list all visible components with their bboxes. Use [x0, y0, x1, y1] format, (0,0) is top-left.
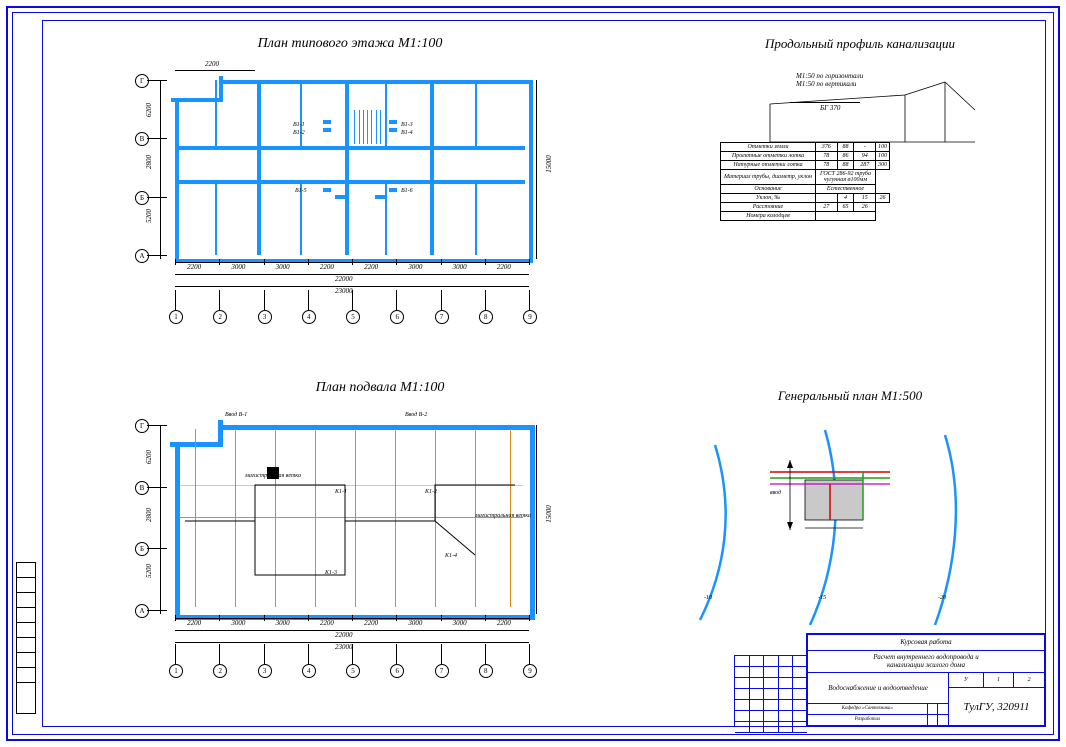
basement-vdim-total: 15000 — [545, 505, 553, 523]
dim-value: 3000 — [231, 619, 245, 627]
axis-letter: В — [135, 132, 149, 146]
axis-number: 1 — [169, 664, 183, 678]
basement-label: Ввод В-2 — [405, 412, 427, 418]
fixture-label: В1-5 — [295, 188, 307, 194]
dim-value: 3000 — [453, 619, 467, 627]
floor-plan-title: План типового этажа М1:100 — [140, 36, 560, 52]
profile-row: Номера колодцев — [721, 212, 890, 221]
dim-value: 2200 — [187, 263, 201, 271]
basement-label: магистральная ветка — [245, 473, 301, 479]
axis-letter: А — [135, 604, 149, 618]
iso-label: -20 — [938, 595, 946, 601]
titleblock-side — [734, 655, 808, 727]
profile-row: Расстояние276526 — [721, 203, 890, 212]
axis-number: 9 — [523, 664, 537, 678]
dim-value: 3000 — [276, 263, 290, 271]
basement-dim-total2: 23000 — [335, 643, 353, 651]
fixture-label: В1-2 — [293, 130, 305, 136]
profile-scale-note: М1:50 по горизонтали — [796, 72, 863, 80]
dim-value: 3000 — [453, 263, 467, 271]
dim-value: 3000 — [276, 619, 290, 627]
dim-value: 3000 — [231, 263, 245, 271]
top-dim: 2200 — [205, 60, 219, 68]
axis-number: 9 — [523, 310, 537, 324]
profile-row: Материал трубы, диаметр, уклонГОСТ 286-9… — [721, 170, 890, 185]
fixture-label: В1-3 — [401, 122, 413, 128]
dim-value: 3000 — [408, 619, 422, 627]
axis-number: 4 — [302, 310, 316, 324]
profile-row: ОснованиеЕстественное — [721, 185, 890, 194]
basement-label: К1-4 — [445, 553, 457, 559]
profile-row: Отметки земли37688-100 — [721, 143, 890, 152]
axis-number: 7 — [435, 664, 449, 678]
basement-vdim: 5200 — [145, 564, 153, 578]
axis-letter: Г — [135, 419, 149, 433]
basement-label: К1-2 — [425, 489, 437, 495]
profile-title: Продольный профиль канализации — [720, 36, 1000, 52]
basement-label: К1-1 — [335, 489, 347, 495]
iso-label: -15 — [818, 595, 826, 601]
floor-dim-total1: 22000 — [335, 275, 353, 283]
axis-letter: В — [135, 481, 149, 495]
axis-number: 2 — [213, 664, 227, 678]
basement-label-mag: магистральная ветка — [475, 513, 531, 519]
floor-vdim: 6200 — [145, 103, 153, 117]
basement-vdim: 6200 — [145, 450, 153, 464]
floor-vdim-total: 15000 — [545, 155, 553, 173]
fixture-label: В1-1 — [293, 122, 305, 128]
fixture-label: В1-4 — [401, 130, 413, 136]
iso-label: -10 — [704, 595, 712, 601]
axis-letter: Б — [135, 542, 149, 556]
axis-number: 8 — [479, 664, 493, 678]
profile-bg-note: БГ 370 — [820, 104, 840, 112]
axis-number: 3 — [258, 664, 272, 678]
floor-vdim: 2800 — [145, 155, 153, 169]
axis-letter: А — [135, 249, 149, 263]
profile-row: Проектные отметки лотка788694100 — [721, 152, 890, 161]
dim-value: 2200 — [497, 619, 511, 627]
profile-scale-note: М1:50 по вертикали — [796, 80, 856, 88]
dim-value: 2200 — [364, 263, 378, 271]
profile-table: Отметки земли37688-100Проектные отметки … — [720, 142, 890, 221]
floor-vdim: 5200 — [145, 209, 153, 223]
fixture-label: В1-6 — [401, 188, 413, 194]
axis-number: 2 — [213, 310, 227, 324]
basement-dim-total1: 22000 — [335, 631, 353, 639]
profile-row: Уклон, ‰41526 — [721, 194, 890, 203]
axis-number: 4 — [302, 664, 316, 678]
axis-letter: Б — [135, 191, 149, 205]
axis-number: 7 — [435, 310, 449, 324]
dim-value: 2200 — [497, 263, 511, 271]
axis-number: 1 — [169, 310, 183, 324]
axis-number: 5 — [346, 310, 360, 324]
dim-value: 2200 — [320, 619, 334, 627]
dim-value: 2200 — [187, 619, 201, 627]
dim-value: 2200 — [364, 619, 378, 627]
dim-value: 2200 — [320, 263, 334, 271]
basement-label: Ввод В-1 — [225, 412, 247, 418]
axis-number: 6 — [390, 310, 404, 324]
genplan-small: ввод — [770, 490, 781, 496]
axis-number: 6 — [390, 664, 404, 678]
axis-number: 3 — [258, 310, 272, 324]
axis-number: 5 — [346, 664, 360, 678]
titleblock: Курсовая работа Расчет внутреннего водоп… — [806, 633, 1046, 727]
dim-value: 3000 — [408, 263, 422, 271]
profile-row: Натурные отметки лотка7888287300 — [721, 161, 890, 170]
basement-vdim: 2800 — [145, 508, 153, 522]
basement-label: К1-3 — [325, 570, 337, 576]
axis-letter: Г — [135, 74, 149, 88]
floor-dim-total2: 23000 — [335, 287, 353, 295]
axis-number: 8 — [479, 310, 493, 324]
basement-title: План подвала М1:100 — [210, 380, 550, 396]
genplan-title: Генеральный план М1:500 — [720, 388, 980, 404]
